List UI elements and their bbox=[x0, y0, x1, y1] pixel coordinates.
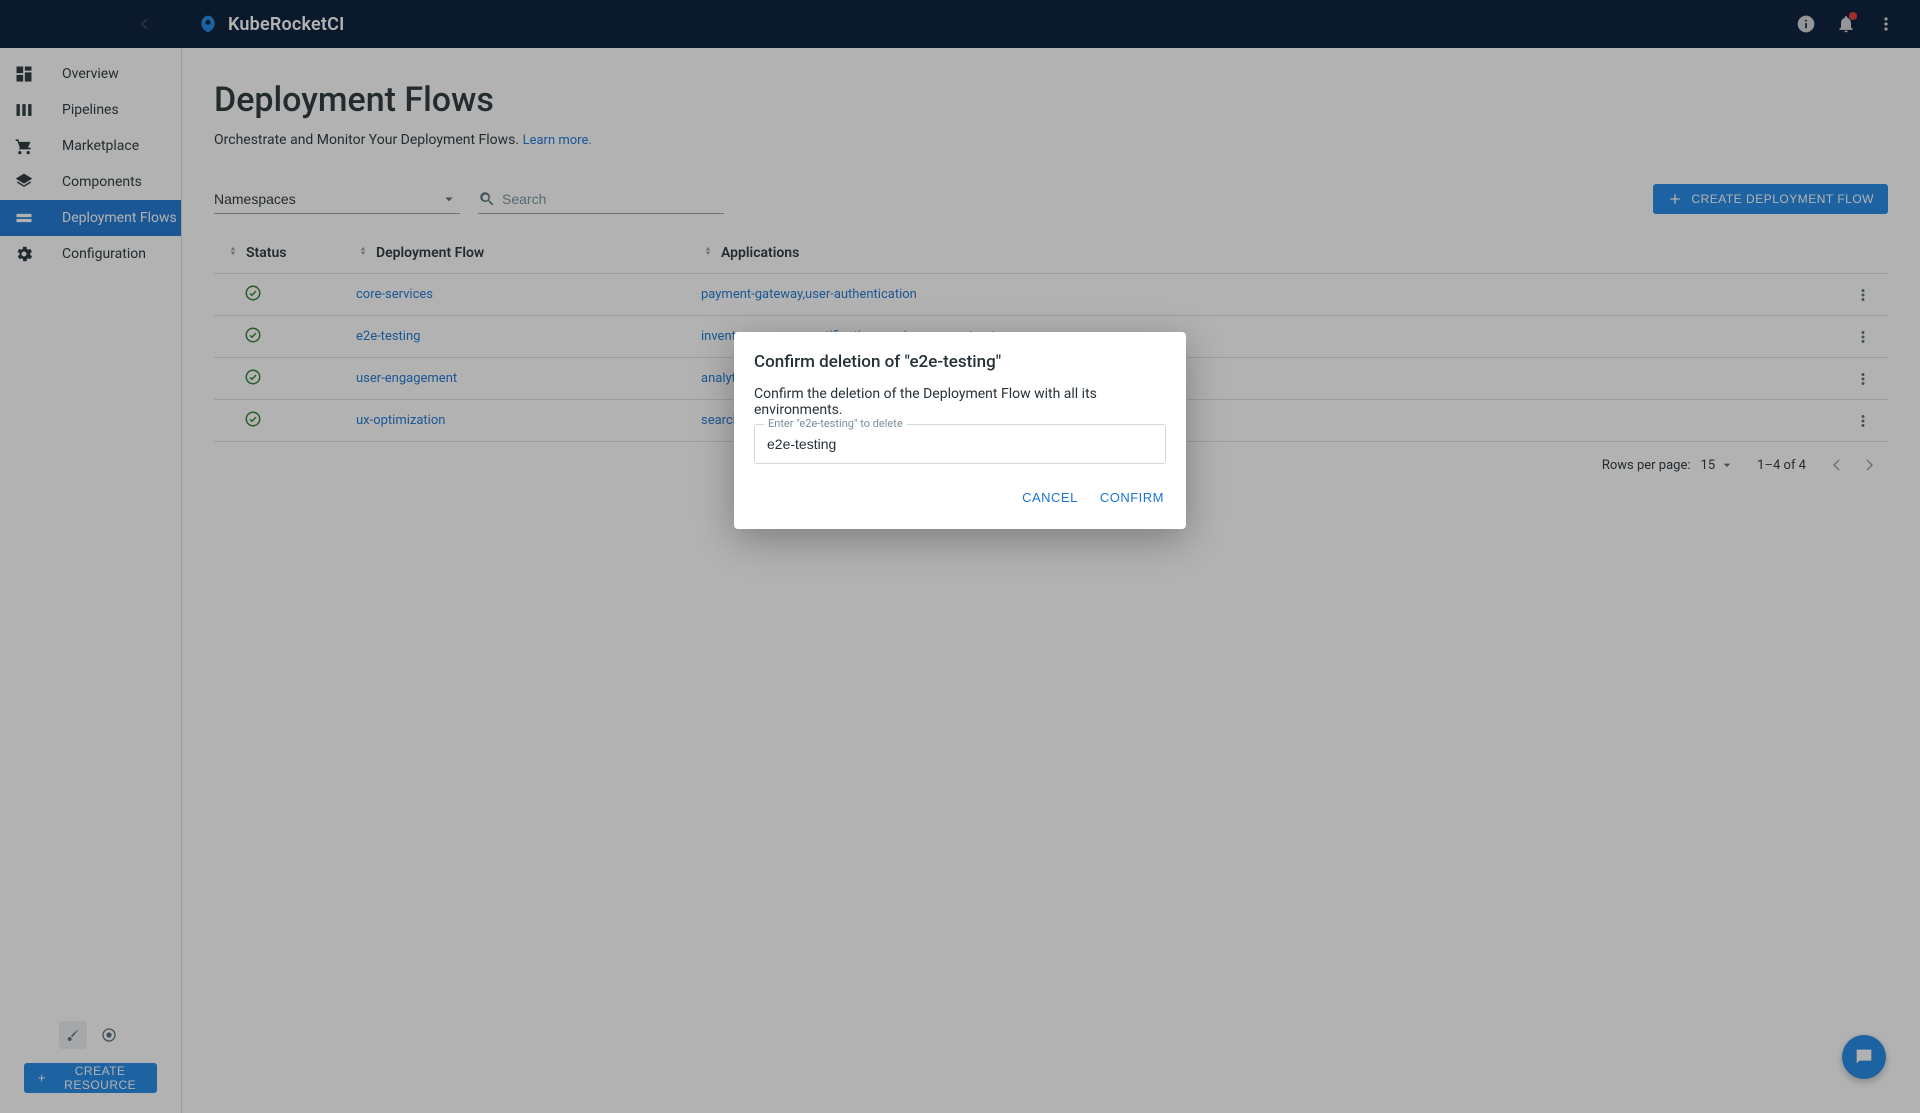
modal-field-label: Enter "e2e-testing" to delete bbox=[764, 417, 907, 430]
modal-confirm-input[interactable] bbox=[754, 424, 1166, 464]
modal-overlay[interactable] bbox=[0, 0, 1920, 1113]
confirm-delete-modal: Confirm deletion of "e2e-testing" Confir… bbox=[734, 332, 1186, 529]
modal-message: Confirm the deletion of the Deployment F… bbox=[754, 386, 1166, 418]
modal-title: Confirm deletion of "e2e-testing" bbox=[754, 352, 1166, 372]
cancel-button[interactable]: CANCEL bbox=[1020, 484, 1080, 511]
confirm-button[interactable]: CONFIRM bbox=[1098, 484, 1166, 511]
modal-confirm-field: Enter "e2e-testing" to delete bbox=[754, 424, 1166, 464]
modal-actions: CANCEL CONFIRM bbox=[754, 484, 1166, 511]
